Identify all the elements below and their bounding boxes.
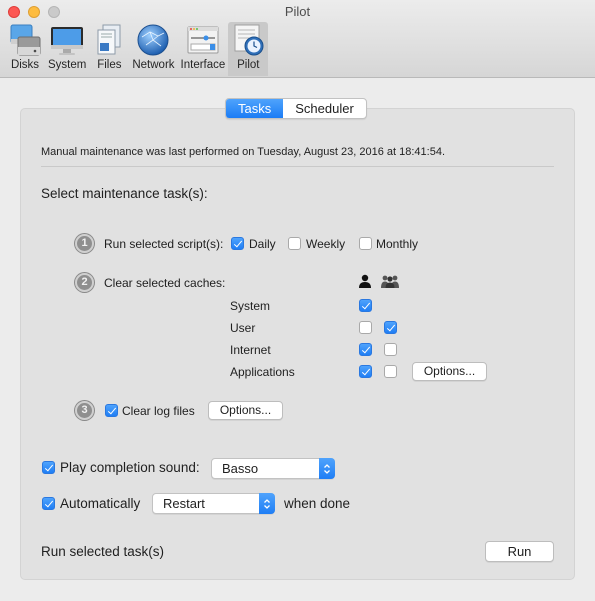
user-cache-all-users-checkbox[interactable]: [384, 321, 397, 334]
system-icon: [50, 23, 84, 57]
log-options-button[interactable]: Options...: [208, 401, 283, 420]
toolbar-item-network[interactable]: Network: [129, 22, 177, 76]
weekly-checkbox[interactable]: [288, 237, 301, 250]
cache-options-button[interactable]: Options...: [412, 362, 487, 381]
network-icon: [136, 23, 170, 57]
daily-checkbox[interactable]: [231, 237, 244, 250]
after-action-popup[interactable]: Restart: [152, 493, 275, 514]
toolbar-item-disks[interactable]: Disks: [5, 22, 45, 76]
clear-log-files-checkbox[interactable]: [105, 404, 118, 417]
applications-cache-all-users-checkbox[interactable]: [384, 365, 397, 378]
tab-scheduler[interactable]: Scheduler: [283, 99, 366, 118]
toolbar-item-pilot[interactable]: Pilot: [228, 22, 269, 76]
toolbar-item-system[interactable]: System: [45, 22, 89, 76]
run-scripts-label: Run selected script(s):: [104, 237, 224, 251]
clear-log-files-label: Clear log files: [122, 404, 195, 418]
tab-bar: Tasks Scheduler: [225, 98, 367, 119]
after-action-popup-value: Restart: [163, 496, 205, 511]
disks-icon: [8, 23, 42, 57]
divider: [41, 166, 554, 167]
window-title: Pilot: [284, 4, 311, 19]
step-3-badge: 3: [75, 401, 94, 420]
internet-cache-user-checkbox[interactable]: [359, 343, 372, 356]
toolbar-item-interface[interactable]: Interface: [178, 22, 229, 76]
cache-row-label: System: [230, 299, 271, 313]
when-done-label: when done: [284, 496, 351, 511]
step-1-badge: 1: [75, 234, 94, 253]
weekly-label: Weekly: [306, 237, 346, 251]
internet-cache-all-users-checkbox[interactable]: [384, 343, 397, 356]
play-sound-label: Play completion sound:: [60, 460, 200, 475]
sound-popup[interactable]: Basso: [211, 458, 335, 479]
tab-tasks[interactable]: Tasks: [226, 99, 284, 118]
last-maintenance-text: Manual maintenance was last performed on…: [41, 146, 446, 158]
system-cache-user-checkbox[interactable]: [359, 299, 372, 312]
play-sound-checkbox[interactable]: [42, 461, 55, 474]
run-tasks-label: Run selected task(s): [41, 544, 165, 559]
interface-icon: [186, 23, 220, 57]
step-2-badge: 2: [75, 273, 94, 292]
monthly-label: Monthly: [376, 237, 419, 251]
applications-cache-user-checkbox[interactable]: [359, 365, 372, 378]
sound-popup-value: Basso: [222, 461, 259, 476]
cache-row-label: User: [230, 321, 256, 335]
automatically-label: Automatically: [60, 496, 141, 511]
pilot-icon: [231, 23, 265, 57]
title-bar: Pilot Disks System Files Network Interfa…: [0, 0, 595, 78]
files-icon: [92, 23, 126, 57]
popup-arrows-icon: [319, 458, 335, 479]
toolbar: Disks System Files Network Interface Pil…: [5, 22, 269, 76]
cache-row-label: Applications: [230, 365, 295, 379]
toolbar-item-files[interactable]: Files: [89, 22, 129, 76]
single-user-icon: [358, 274, 372, 293]
monthly-checkbox[interactable]: [359, 237, 372, 250]
section-heading: Select maintenance task(s):: [41, 186, 208, 201]
run-button[interactable]: Run: [485, 541, 554, 562]
clear-caches-label: Clear selected caches:: [104, 276, 226, 290]
daily-label: Daily: [249, 237, 276, 251]
all-users-icon: [381, 274, 399, 293]
automatically-checkbox[interactable]: [42, 497, 55, 510]
popup-arrows-icon: [259, 493, 275, 514]
user-cache-user-checkbox[interactable]: [359, 321, 372, 334]
cache-row-label: Internet: [230, 343, 271, 357]
